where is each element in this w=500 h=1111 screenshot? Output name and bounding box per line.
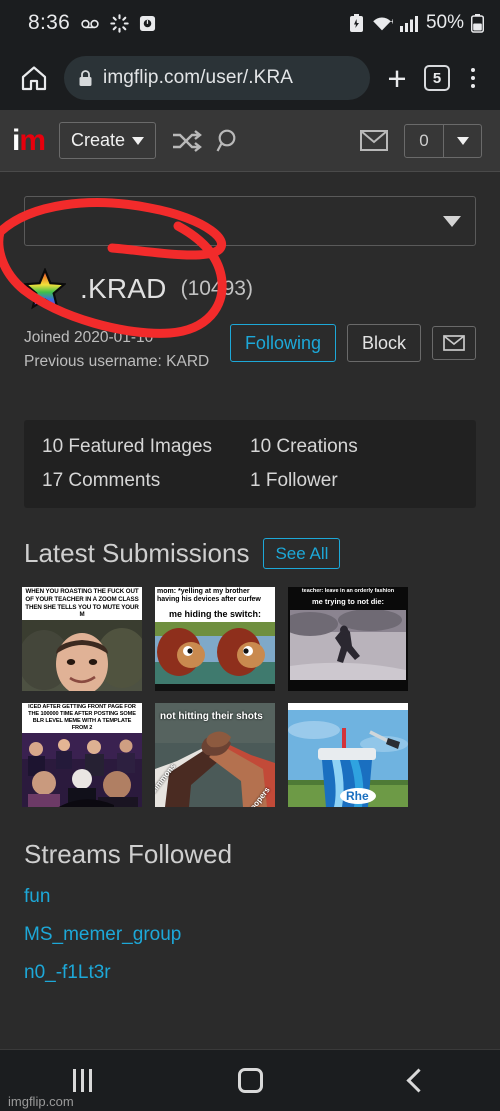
phone-screen: 8:36 + 50% imgflip.com/user/.KRA + 5 im …	[0, 0, 500, 1111]
wifi-icon: +	[371, 15, 393, 32]
create-label: Create	[71, 130, 126, 150]
recents-icon[interactable]	[73, 1069, 93, 1092]
stat-followers[interactable]: 1 Follower	[250, 470, 458, 492]
back-chevron-icon[interactable]	[406, 1068, 431, 1093]
meme-top-text	[288, 703, 408, 711]
profile-points: (10493)	[180, 277, 253, 300]
profile-user-row: .KRAD (10493)	[22, 267, 500, 310]
meme-top-text: mom: *yelling at my brother having his d…	[155, 587, 275, 606]
envelope-icon[interactable]	[360, 130, 388, 151]
footer-domain-label: imgflip.com	[8, 1094, 74, 1109]
meme-top-text: WHEN YOU ROASTING THE FUCK OUT OF YOUR T…	[22, 587, 142, 621]
meme-zoom-class[interactable]: WHEN YOU ROASTING THE FUCK OUT OF YOUR T…	[22, 587, 142, 692]
kebab-menu-icon[interactable]	[460, 68, 486, 88]
profile-stats: 10 Featured Images 10 Creations 17 Comme…	[24, 420, 476, 509]
svg-text:+: +	[390, 17, 393, 26]
site-header-right: 0	[360, 123, 488, 158]
meme-image	[155, 621, 275, 691]
chevron-down-icon	[443, 215, 461, 227]
browser-toolbar: imgflip.com/user/.KRA + 5	[0, 46, 500, 110]
stream-link-n0-f1lt3r[interactable]: n0_-f1Lt3r	[24, 962, 500, 984]
signal-icon	[399, 15, 419, 32]
stream-link-ms-memer-group[interactable]: MS_memer_group	[24, 924, 500, 946]
meme-top-text: ICED AFTER GETTING FRONT PAGE FOR THE 10…	[22, 703, 142, 733]
status-bar-left: 8:36	[28, 11, 156, 35]
meme-top-text: not hitting their shots	[160, 711, 263, 723]
meme-second-text: me trying to not die:	[288, 595, 408, 609]
meme-image: Rhe	[288, 710, 408, 808]
battery-icon	[471, 13, 484, 33]
profile-actions: Following Block	[229, 324, 476, 362]
notification-count: 0	[419, 130, 429, 150]
android-nav-bar: imgflip.com	[0, 1049, 500, 1111]
meme-image	[22, 732, 142, 808]
meme-monkey-puppet[interactable]: mom: *yelling at my brother having his d…	[155, 587, 275, 692]
profile-page: .KRAD (10493) Joined 2020-01-10 Previous…	[0, 196, 500, 1041]
loading-spinner-icon	[110, 13, 129, 33]
status-bar: 8:36 + 50%	[0, 0, 500, 46]
status-bar-right: + 50%	[349, 12, 484, 34]
meme-second-text: me hiding the switch:	[155, 605, 275, 622]
message-button[interactable]	[432, 326, 476, 360]
latest-submissions-title: Latest Submissions	[24, 538, 250, 569]
battery-saver-icon	[349, 13, 364, 33]
block-button[interactable]: Block	[346, 324, 421, 362]
shuffle-icon[interactable]	[170, 129, 202, 153]
create-button[interactable]: Create	[59, 122, 157, 159]
url-bar[interactable]: imgflip.com/user/.KRA	[64, 56, 370, 100]
home-square-icon[interactable]	[238, 1068, 264, 1093]
screen-record-icon	[139, 15, 156, 32]
svg-text:Rhe: Rhe	[346, 789, 369, 803]
profile-select-dropdown[interactable]	[24, 196, 476, 246]
tab-count-button[interactable]: 5	[424, 65, 450, 91]
meme-image	[288, 608, 408, 691]
battery-percent: 50%	[425, 12, 464, 33]
profile-username: .KRAD	[80, 273, 167, 304]
site-header: im Create 0	[0, 110, 500, 172]
meme-giant-cup[interactable]: Rhe	[288, 703, 408, 808]
home-icon[interactable]	[14, 58, 54, 98]
meme-image: not hitting their shots simmons stormtro…	[155, 703, 275, 808]
meme-top-text: teacher: leave in an orderly fashion	[288, 587, 408, 596]
following-button[interactable]: Following	[229, 324, 336, 362]
submissions-grid: WHEN YOU ROASTING THE FUCK OUT OF YOUR T…	[22, 587, 500, 808]
search-icon[interactable]	[216, 128, 242, 154]
notifications-chevron-down-icon[interactable]	[443, 124, 481, 157]
meme-image	[22, 620, 142, 692]
chevron-down-icon	[132, 136, 145, 145]
latest-submissions-header: Latest Submissions See All	[24, 538, 500, 570]
imgflip-logo[interactable]: im	[12, 123, 46, 157]
rainbow-star-avatar	[22, 267, 68, 310]
notifications-box[interactable]: 0	[404, 123, 482, 158]
stat-creations[interactable]: 10 Creations	[250, 436, 458, 458]
streams-followed-title: Streams Followed	[24, 839, 233, 870]
meme-epic-handshake[interactable]: not hitting their shots simmons stormtro…	[155, 703, 275, 808]
clock: 8:36	[28, 11, 71, 34]
stat-comments[interactable]: 17 Comments	[42, 470, 250, 492]
stream-link-fun[interactable]: fun	[24, 886, 500, 908]
stat-featured-images[interactable]: 10 Featured Images	[42, 436, 250, 458]
url-text: imgflip.com/user/.KRA	[103, 67, 294, 88]
lock-icon	[78, 69, 93, 87]
plus-icon[interactable]: +	[380, 61, 414, 95]
see-all-button[interactable]: See All	[263, 538, 341, 570]
meme-running-away[interactable]: teacher: leave in an orderly fashion me …	[288, 587, 408, 692]
voicemail-icon	[80, 16, 100, 30]
logo-letter-m: m	[19, 123, 46, 157]
meme-front-page[interactable]: ICED AFTER GETTING FRONT PAGE FOR THE 10…	[22, 703, 142, 808]
